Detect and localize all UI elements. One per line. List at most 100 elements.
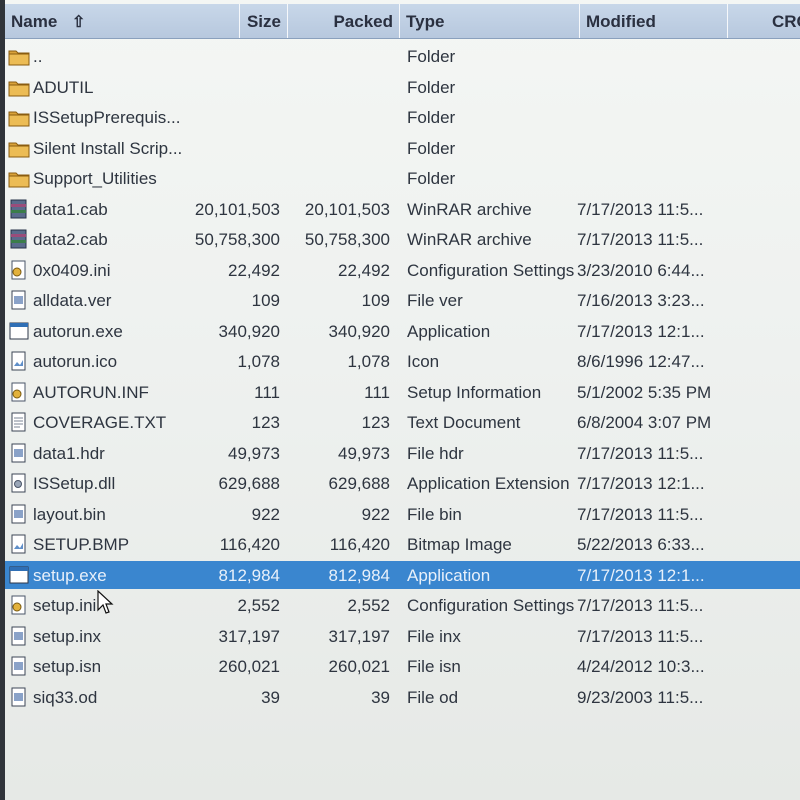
file-size: 39 bbox=[261, 688, 280, 707]
file-type: File hdr bbox=[407, 444, 464, 463]
column-header-modified-label: Modified bbox=[586, 12, 656, 31]
file-row[interactable]: COVERAGE.TXT 123 123 Text Document 6/8/2004 … bbox=[5, 408, 800, 436]
file-packed-size: 111 bbox=[364, 383, 390, 402]
file-size: 111 bbox=[254, 383, 280, 402]
file-name: setup.inx bbox=[33, 627, 102, 646]
file-packed-size: 260,021 bbox=[328, 657, 390, 676]
file-modified-date: 3/23/2010 6:44... bbox=[577, 261, 705, 280]
application-icon bbox=[8, 321, 30, 341]
file-row[interactable]: setup.inx 317,197 317,197 File inx 7/17/2013… bbox=[5, 622, 800, 650]
file-row[interactable]: ISSetup.dll 629,688 629,688 Application Ext… bbox=[5, 469, 800, 497]
column-header-size[interactable]: Size bbox=[240, 4, 288, 38]
file-row[interactable]: 0x0409.ini 22,492 22,492 Configuration Sett… bbox=[5, 256, 800, 284]
column-header-modified[interactable]: Modified bbox=[580, 4, 728, 38]
file-row[interactable]: setup.isn 260,021 260,021 File isn 4/24/2012… bbox=[5, 652, 800, 680]
document-icon bbox=[8, 687, 30, 707]
column-header-crc[interactable]: CRC bbox=[728, 4, 800, 38]
image-file-icon bbox=[8, 351, 30, 371]
file-size: 1,078 bbox=[237, 352, 280, 371]
column-header-type[interactable]: Type bbox=[400, 4, 580, 38]
file-row[interactable]: setup.exe 812,984 812,984 Application 7/17/2… bbox=[5, 561, 800, 589]
file-size: 317,197 bbox=[218, 627, 280, 646]
config-file-icon bbox=[8, 382, 30, 402]
folder-icon bbox=[8, 107, 30, 127]
file-row[interactable]: Support_Utilities Folder bbox=[5, 164, 800, 192]
file-type: Folder bbox=[407, 78, 456, 97]
file-type: File inx bbox=[407, 627, 461, 646]
file-row[interactable]: data1.cab 20,101,503 20,101,503 WinRAR arch… bbox=[5, 195, 800, 223]
file-row[interactable]: SETUP.BMP 116,420 116,420 Bitmap Image 5/22/… bbox=[5, 530, 800, 558]
file-row[interactable]: siq33.od 39 39 File od 9/23/2003 11:5... bbox=[5, 683, 800, 711]
dll-file-icon bbox=[8, 473, 30, 493]
file-type: Configuration Settings bbox=[407, 261, 575, 280]
file-size bbox=[165, 164, 280, 192]
file-name: data1.cab bbox=[33, 200, 108, 219]
folder-icon bbox=[8, 138, 30, 158]
file-name: .. bbox=[33, 47, 43, 66]
file-row[interactable]: autorun.exe 340,920 340,920 Application 7/17… bbox=[5, 317, 800, 345]
file-size: 109 bbox=[251, 291, 280, 310]
file-size: 20,101,503 bbox=[194, 200, 280, 219]
document-icon bbox=[8, 290, 30, 310]
file-packed-size: 1,078 bbox=[347, 352, 390, 371]
document-icon bbox=[8, 626, 30, 646]
file-modified-date bbox=[577, 42, 737, 70]
file-row[interactable]: .. Folder bbox=[5, 42, 800, 70]
file-row[interactable]: data2.cab 50,758,300 50,758,300 WinRAR arch… bbox=[5, 225, 800, 253]
config-file-icon bbox=[8, 595, 30, 615]
file-row[interactable]: Silent Install Scrip... Folder bbox=[5, 134, 800, 162]
folder-icon bbox=[8, 168, 30, 188]
column-header-name[interactable]: Name ⇧ bbox=[5, 4, 240, 38]
file-name: autorun.exe bbox=[33, 322, 123, 341]
file-type: Icon bbox=[407, 352, 440, 371]
file-row[interactable]: ADUTIL Folder bbox=[5, 73, 800, 101]
file-row[interactable]: ISSetupPrerequis... Folder bbox=[5, 103, 800, 131]
file-type: Folder bbox=[407, 47, 456, 66]
file-size: 922 bbox=[251, 505, 280, 524]
file-modified-date: 9/23/2003 11:5... bbox=[577, 688, 704, 707]
image-file-icon bbox=[8, 534, 30, 554]
file-type: Configuration Settings bbox=[407, 596, 575, 615]
file-name: SETUP.BMP bbox=[33, 535, 130, 554]
file-row[interactable]: AUTORUN.INF 111 111 Setup Information 5/1/20… bbox=[5, 378, 800, 406]
file-size: 260,021 bbox=[218, 657, 280, 676]
file-row[interactable]: setup.ini 2,552 2,552 Configuration Setting… bbox=[5, 591, 800, 619]
folder-icon bbox=[8, 46, 30, 66]
file-packed-size: 812,984 bbox=[328, 566, 390, 585]
file-size bbox=[165, 134, 280, 162]
column-header-crc-label: CRC bbox=[772, 12, 800, 31]
file-modified-date: 7/17/2013 12:1... bbox=[577, 566, 705, 585]
file-size: 2,552 bbox=[237, 596, 280, 615]
folder-icon bbox=[8, 77, 30, 97]
file-packed-size: 922 bbox=[361, 505, 390, 524]
column-header-size-label: Size bbox=[246, 12, 281, 31]
file-modified-date: 7/17/2013 11:5... bbox=[577, 596, 704, 615]
config-file-icon bbox=[8, 260, 30, 280]
archive-icon bbox=[8, 199, 30, 219]
file-packed-size bbox=[280, 73, 390, 101]
file-size: 22,492 bbox=[228, 261, 280, 280]
file-packed-size bbox=[280, 103, 390, 131]
file-name: Silent Install Scrip... bbox=[33, 139, 183, 158]
file-row[interactable]: data1.hdr 49,973 49,973 File hdr 7/17/2013 1… bbox=[5, 439, 800, 467]
file-row[interactable]: layout.bin 922 922 File bin 7/17/2013 11:5..… bbox=[5, 500, 800, 528]
file-name: ISSetupPrerequis... bbox=[33, 108, 181, 127]
file-size bbox=[165, 73, 280, 101]
file-size bbox=[165, 103, 280, 131]
file-row[interactable]: alldata.ver 109 109 File ver 7/16/2013 3:23.… bbox=[5, 286, 800, 314]
file-modified-date: 7/16/2013 3:23... bbox=[577, 291, 705, 310]
file-name: ISSetup.dll bbox=[33, 474, 116, 493]
file-name: data1.hdr bbox=[33, 444, 105, 463]
file-type: WinRAR archive bbox=[407, 230, 532, 249]
file-name: COVERAGE.TXT bbox=[33, 413, 167, 432]
file-packed-size: 109 bbox=[361, 291, 390, 310]
file-packed-size: 340,920 bbox=[328, 322, 390, 341]
file-modified-date bbox=[577, 103, 737, 131]
column-header-packed[interactable]: Packed bbox=[288, 4, 400, 38]
file-packed-size bbox=[280, 164, 390, 192]
file-row[interactable]: autorun.ico 1,078 1,078 Icon 8/6/1996 12:47.… bbox=[5, 347, 800, 375]
file-modified-date: 7/17/2013 11:5... bbox=[577, 505, 704, 524]
file-name: Support_Utilities bbox=[33, 169, 157, 188]
file-name: autorun.ico bbox=[33, 352, 118, 371]
file-type: Application bbox=[407, 566, 491, 585]
